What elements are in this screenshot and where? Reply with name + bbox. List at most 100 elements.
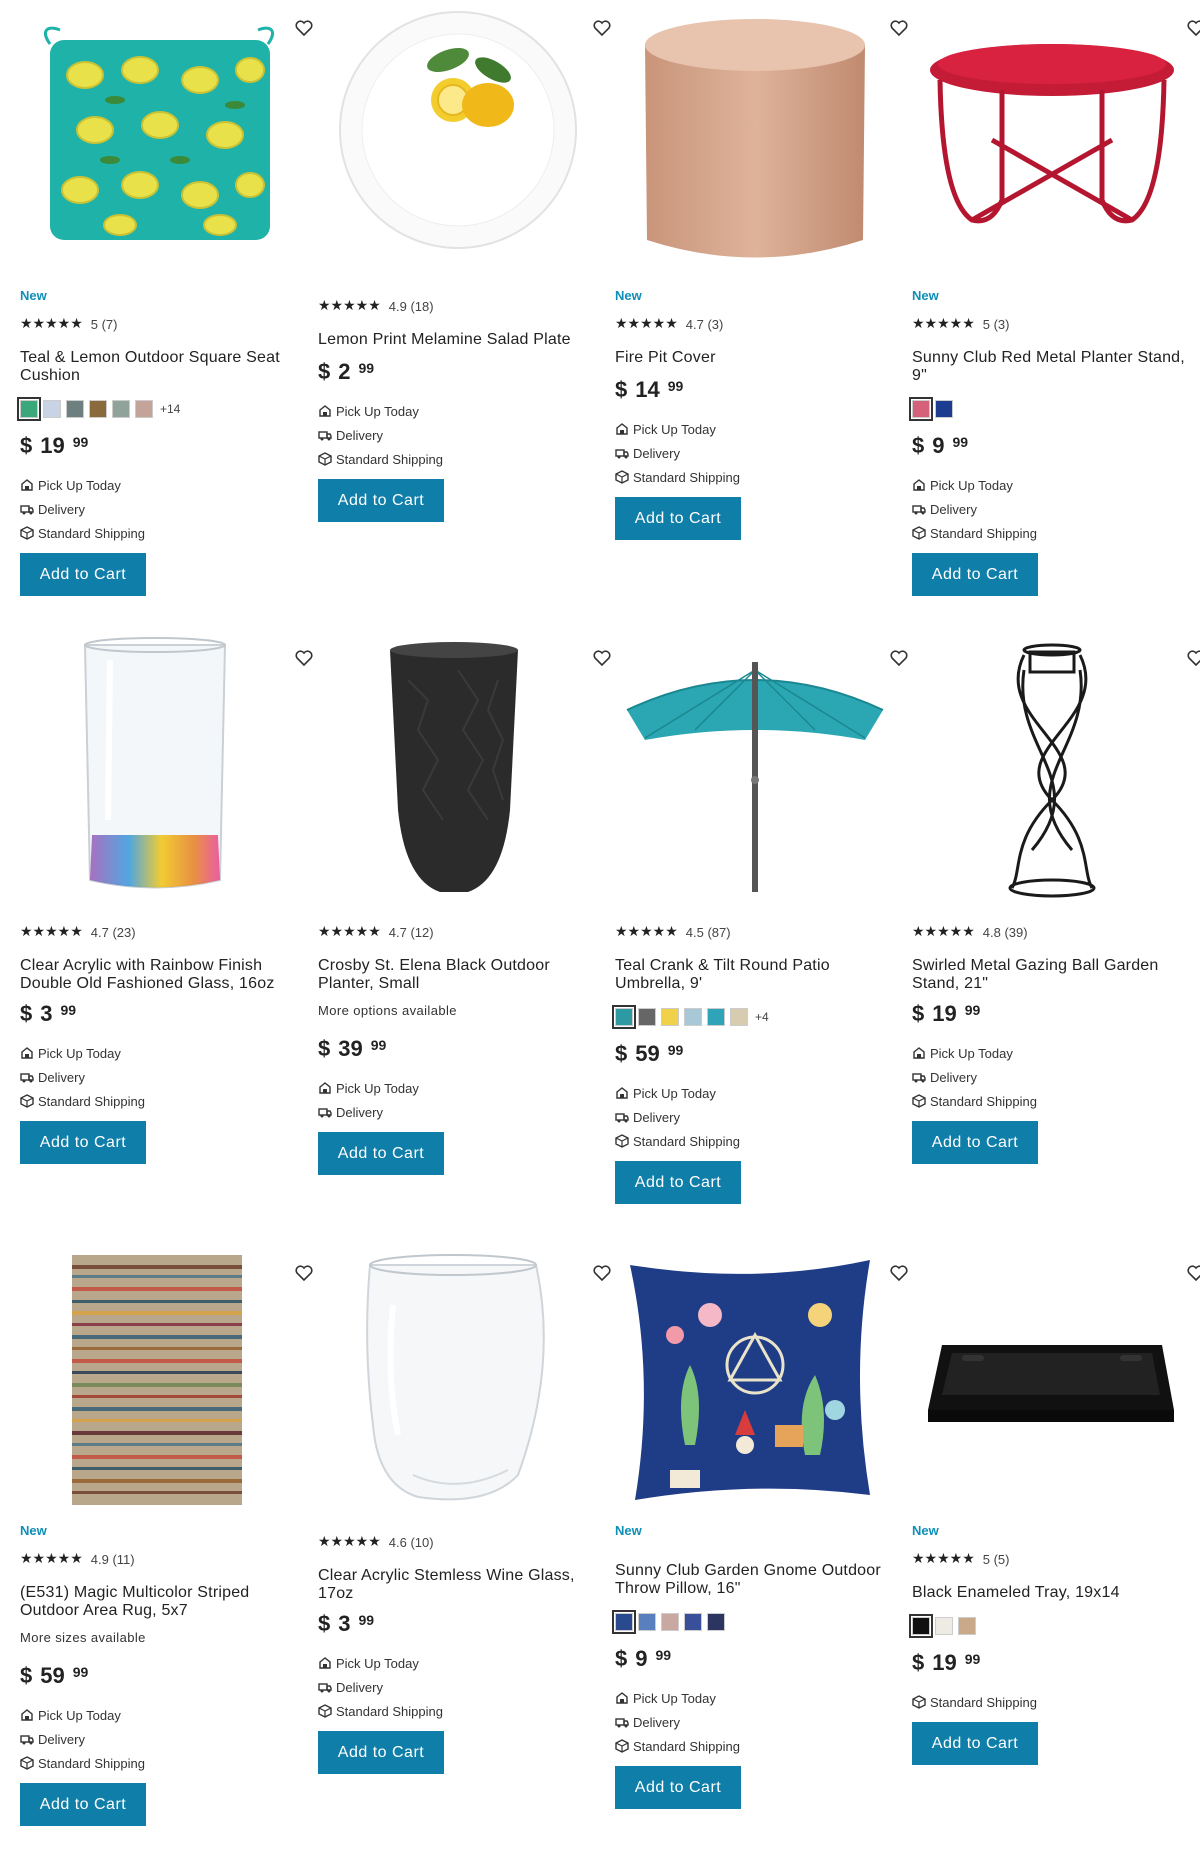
add-to-cart-button[interactable]: Add to Cart: [318, 1731, 444, 1774]
currency-symbol: $: [912, 1650, 925, 1675]
wishlist-heart-icon[interactable]: [592, 1263, 612, 1283]
swatch[interactable]: [707, 1008, 725, 1026]
fulfillment-options: Pick Up Today Delivery Standard Shipping: [912, 1041, 1192, 1113]
product-name[interactable]: Lemon Print Melamine Salad Plate: [318, 331, 598, 349]
fulfillment-options: Pick Up Today Delivery Standard Shipping: [615, 1686, 895, 1758]
product-image-teal-umbrella[interactable]: [615, 630, 895, 900]
star-rating-icon: ★★★★★: [20, 1551, 83, 1567]
swatch[interactable]: [89, 400, 107, 418]
currency-symbol: $: [615, 1646, 628, 1671]
swatch[interactable]: [730, 1008, 748, 1026]
wishlist-heart-icon[interactable]: [592, 648, 612, 668]
swatch[interactable]: [909, 397, 933, 421]
product-image-gnome-pillow[interactable]: [615, 1245, 895, 1515]
product-name[interactable]: Teal Crank & Tilt Round Patio Umbrella, …: [615, 957, 895, 993]
swatch[interactable]: [112, 400, 130, 418]
add-to-cart-button[interactable]: Add to Cart: [615, 1766, 741, 1809]
wishlist-heart-icon[interactable]: [592, 18, 612, 38]
product-name[interactable]: Swirled Metal Gazing Ball Garden Stand, …: [912, 957, 1192, 993]
add-to-cart-button[interactable]: Add to Cart: [615, 1161, 741, 1204]
product-image-red-planter-stand[interactable]: [912, 0, 1192, 270]
product-name[interactable]: Clear Acrylic Stemless Wine Glass, 17oz: [318, 1567, 598, 1603]
swatch[interactable]: [17, 397, 41, 421]
box-icon: [20, 526, 34, 540]
swatch[interactable]: [935, 400, 953, 418]
add-to-cart-button[interactable]: Add to Cart: [318, 1132, 444, 1175]
fulfillment-options: Standard Shipping: [912, 1690, 1192, 1714]
fulfillment-delivery: Delivery: [318, 423, 598, 447]
product-name[interactable]: Clear Acrylic with Rainbow Finish Double…: [20, 957, 300, 993]
product-name[interactable]: Crosby St. Elena Black Outdoor Planter, …: [318, 957, 598, 993]
swatch[interactable]: [684, 1008, 702, 1026]
price-cents: 99: [72, 434, 89, 450]
more-sizes-link[interactable]: More sizes available: [20, 1630, 300, 1645]
swatch[interactable]: [661, 1008, 679, 1026]
swatch[interactable]: [661, 1613, 679, 1631]
truck-icon: [912, 1070, 926, 1084]
wishlist-heart-icon[interactable]: [1186, 1263, 1200, 1283]
swatch[interactable]: [684, 1613, 702, 1631]
swatch[interactable]: [909, 1614, 933, 1638]
more-swatches-link[interactable]: +14: [160, 402, 180, 416]
product-image-black-planter[interactable]: [318, 630, 598, 900]
rating-text: 5 (3): [982, 316, 1010, 332]
wishlist-heart-icon[interactable]: [294, 18, 314, 38]
box-icon: [20, 1756, 34, 1770]
swatch[interactable]: [638, 1008, 656, 1026]
product-image-striped-rug[interactable]: [20, 1245, 300, 1515]
swatch[interactable]: [958, 1617, 976, 1635]
add-to-cart-button[interactable]: Add to Cart: [912, 553, 1038, 596]
wishlist-heart-icon[interactable]: [1186, 18, 1200, 38]
wishlist-heart-icon[interactable]: [294, 648, 314, 668]
fulfillment-delivery: Delivery: [318, 1100, 598, 1124]
price: $ 9 99: [912, 433, 1192, 461]
wishlist-heart-icon[interactable]: [889, 1263, 909, 1283]
product-image-lemon-plate[interactable]: [318, 0, 598, 270]
wishlist-heart-icon[interactable]: [294, 1263, 314, 1283]
star-rating-icon: ★★★★★: [912, 924, 975, 940]
product-image-rainbow-glass[interactable]: [20, 630, 300, 900]
product-name[interactable]: Sunny Club Red Metal Planter Stand, 9": [912, 349, 1192, 385]
product-image-gazing-ball-stand[interactable]: [912, 630, 1192, 900]
add-to-cart-button[interactable]: Add to Cart: [20, 1783, 146, 1826]
swatch[interactable]: [707, 1613, 725, 1631]
product-image-stemless-wine-glass[interactable]: [318, 1245, 598, 1515]
product-image-lemon-cushion[interactable]: [20, 0, 300, 270]
add-to-cart-button[interactable]: Add to Cart: [20, 553, 146, 596]
add-to-cart-button[interactable]: Add to Cart: [20, 1121, 146, 1164]
store-icon: [318, 1656, 332, 1670]
rating: ★★★★★ 4.8 (39): [912, 923, 1192, 941]
product-name[interactable]: (E531) Magic Multicolor Striped Outdoor …: [20, 1584, 300, 1620]
wishlist-heart-icon[interactable]: [889, 18, 909, 38]
more-swatches-link[interactable]: +4: [755, 1010, 769, 1024]
swatch[interactable]: [935, 1617, 953, 1635]
product-name[interactable]: Teal & Lemon Outdoor Square Seat Cushion: [20, 349, 300, 385]
price-cents: 99: [60, 1002, 77, 1018]
add-to-cart-button[interactable]: Add to Cart: [912, 1722, 1038, 1765]
fulfillment-options: Pick Up Today Delivery Standard Shipping: [615, 1081, 895, 1153]
product-image-fire-pit-cover[interactable]: [615, 0, 895, 270]
add-to-cart-button[interactable]: Add to Cart: [912, 1121, 1038, 1164]
product-image-black-tray[interactable]: [912, 1245, 1192, 1515]
swatch[interactable]: [612, 1610, 636, 1634]
color-swatches: [909, 1614, 1192, 1638]
fulfillment-delivery: Delivery: [20, 1727, 300, 1751]
product-name[interactable]: Fire Pit Cover: [615, 349, 895, 367]
wishlist-heart-icon[interactable]: [1186, 648, 1200, 668]
wishlist-heart-icon[interactable]: [889, 648, 909, 668]
fulfillment-shipping: Standard Shipping: [912, 1690, 1192, 1714]
add-to-cart-button[interactable]: Add to Cart: [615, 497, 741, 540]
swatch[interactable]: [135, 400, 153, 418]
swatch[interactable]: [638, 1613, 656, 1631]
swatch[interactable]: [66, 400, 84, 418]
swatch[interactable]: [43, 400, 61, 418]
product-name[interactable]: Sunny Club Garden Gnome Outdoor Throw Pi…: [615, 1562, 895, 1598]
add-to-cart-button[interactable]: Add to Cart: [318, 479, 444, 522]
more-options-link[interactable]: More options available: [318, 1003, 598, 1018]
price: $ 3 99: [318, 1611, 598, 1639]
price-cents: 99: [72, 1664, 89, 1680]
swatch[interactable]: [612, 1005, 636, 1029]
price-dollars: 19: [40, 433, 65, 458]
product-name[interactable]: Black Enameled Tray, 19x14: [912, 1584, 1192, 1602]
truck-icon: [912, 502, 926, 516]
